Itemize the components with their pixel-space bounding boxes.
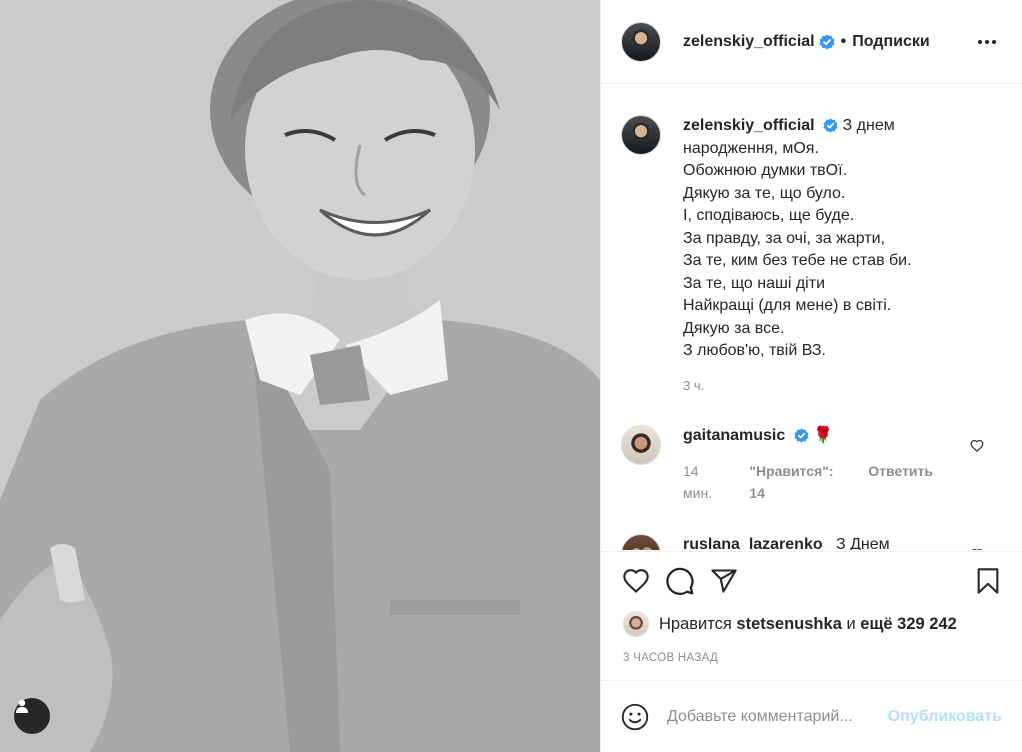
more-dot-icon [978,39,982,44]
liker-username[interactable]: stetsenushka [736,615,841,634]
comment-meta: 14 мин. "Нравится": 14 Ответить [683,460,933,504]
following-button[interactable]: Подписки [852,33,929,51]
user-icon [16,699,28,713]
action-bar [601,551,1022,596]
caption-body: zelenskiy_official З днем народження, мО… [683,115,912,397]
likes-prefix: Нравится [659,614,732,633]
verified-badge-icon [823,118,838,133]
caption-line: Дякую за все. [683,319,785,337]
comment-button[interactable] [665,566,695,596]
comments-list[interactable]: zelenskiy_official З днем народження, мО… [601,85,1022,550]
verified-badge-icon [819,34,835,49]
like-comment-heart-icon[interactable] [970,439,984,453]
like-comment-heart-icon[interactable] [970,548,984,550]
bookmark-icon [977,568,999,594]
post-caption: zelenskiy_official З днем народження, мО… [621,115,1002,397]
comment-item: gaitanamusic 🌹 14 мин. "Нравится": 14 От… [621,425,1002,504]
header-separator: • [840,32,847,50]
reply-button[interactable]: Ответить [868,460,933,504]
likes-count[interactable]: ещё 329 242 [860,615,957,634]
more-dot-icon [985,39,989,44]
more-options-button[interactable] [972,34,1002,50]
comment-body: gaitanamusic 🌹 14 мин. "Нравится": 14 От… [683,425,933,504]
verified-badge-icon [794,428,809,443]
add-comment-bar: Опубликовать [601,680,1022,752]
publish-button[interactable]: Опубликовать [888,708,1002,726]
post-header: zelenskiy_official • Подписки [601,0,1022,84]
comment-input[interactable] [667,707,888,726]
caption-line: Дякую за те, що було. [683,184,846,202]
liker-avatar[interactable] [623,611,649,637]
caption-line: З любов'ю, твій ВЗ. [683,342,826,359]
portrait-illustration [0,0,600,752]
post-sidebar: zelenskiy_official • Подписки zelenskiy_… [600,0,1022,752]
share-button[interactable] [709,567,739,595]
post-timestamp[interactable]: 3 ЧАСОВ НАЗАД [623,652,718,664]
comment-likes[interactable]: "Нравится": 14 [749,460,848,504]
author-username[interactable]: zelenskiy_official [683,33,815,51]
caption-line: З днем [842,117,895,134]
likes-middle: и [846,614,856,633]
caption-line: Найкращі (для мене) в світі. [683,297,892,314]
caption-avatar[interactable] [621,115,661,155]
caption-line: І, сподіваюсь, ще буде. [683,207,855,224]
caption-line: народження, мОя. [683,139,819,157]
tagged-users-button[interactable] [14,698,50,734]
heart-icon [623,569,649,593]
post-photo[interactable] [0,0,600,752]
caption-line: За те, що наші діти [683,274,825,292]
save-button[interactable] [974,566,1002,596]
caption-line: За правду, за очі, за жарти, [683,229,885,247]
comment-body: ruslana_lazarenko_ З Днем народження😍❤️❤… [683,534,933,550]
paper-plane-icon [711,569,737,593]
caption-time[interactable]: 3 ч. [683,375,912,398]
comment-time[interactable]: 14 мин. [683,460,729,504]
comment-username[interactable]: gaitanamusic [683,427,785,444]
smiley-icon [621,703,649,730]
comment-username[interactable]: ruslana_lazarenko_ [683,536,832,550]
author-avatar[interactable] [621,21,661,62]
caption-line: Обожнюю думки твОї. [683,162,848,179]
more-dot-icon [992,39,996,44]
likes-summary: Нравится stetsenushka и ещё 329 242 [623,611,957,637]
caption-line: За те, ким без тебе не став би. [683,252,912,269]
comment-avatar[interactable] [621,425,661,465]
like-button[interactable] [621,567,651,595]
caption-username[interactable]: zelenskiy_official [683,117,815,134]
comment-item: ruslana_lazarenko_ З Днем народження😍❤️❤… [621,534,1002,550]
comment-bubble-icon [666,567,694,595]
emoji-button[interactable] [621,703,649,731]
comment-avatar[interactable] [621,534,661,550]
comment-text: 🌹 [813,427,834,444]
